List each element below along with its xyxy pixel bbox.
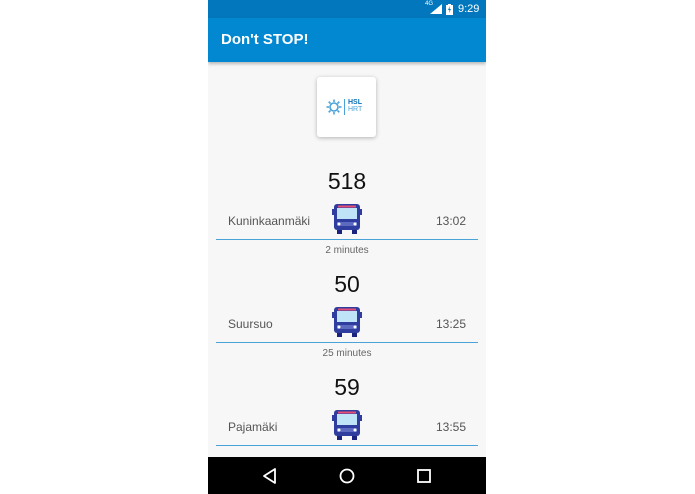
route-destination: Pajamäki <box>228 420 278 434</box>
phone-screen: 4G 9:29 Don't STOP! HSL HRT 518 Kuninkaa… <box>208 0 486 494</box>
hsl-logo-text: HSL HRT <box>348 99 362 113</box>
bus-icon <box>332 307 362 337</box>
hsl-logo-line1: HSL <box>348 99 362 106</box>
recents-icon[interactable] <box>414 466 434 486</box>
route-departure-time: 13:55 <box>435 420 466 434</box>
route-divider <box>216 239 478 240</box>
route-destination: Kuninkaanmäki <box>228 214 311 228</box>
route-divider <box>216 342 478 343</box>
back-icon[interactable] <box>260 466 280 486</box>
battery-icon <box>446 4 453 15</box>
route-destination: Suursuo <box>228 317 273 331</box>
signal-icon <box>430 4 442 14</box>
route-departure-time: 13:25 <box>435 317 466 331</box>
logo-divider <box>344 99 346 115</box>
route-item[interactable]: 518 Kuninkaanmäki 13:02 2 minutes <box>208 168 486 271</box>
route-departure-time: 13:02 <box>435 214 466 228</box>
departures-list[interactable]: HSL HRT 518 Kuninkaanmäki 13:02 2 minute… <box>208 62 486 457</box>
route-number: 59 <box>334 374 360 400</box>
route-number: 518 <box>327 168 367 194</box>
hsl-logo-line2: HRT <box>348 106 363 113</box>
app-bar: Don't STOP! <box>208 18 486 62</box>
home-icon[interactable] <box>337 466 357 486</box>
route-divider <box>216 445 478 446</box>
route-wait-time: 25 minutes <box>322 348 372 359</box>
app-title: Don't STOP! <box>221 31 309 48</box>
bus-icon <box>332 410 362 440</box>
route-item[interactable]: 50 Suursuo 13:25 25 minutes <box>208 271 486 374</box>
route-number: 50 <box>334 271 360 297</box>
route-wait-time: 2 minutes <box>325 245 369 256</box>
status-bar: 4G 9:29 <box>208 0 486 18</box>
hsl-logo-card[interactable]: HSL HRT <box>317 77 376 137</box>
navigation-bar <box>208 457 486 494</box>
status-time: 9:29 <box>458 3 480 15</box>
hsl-gear-icon <box>326 99 342 115</box>
bus-icon <box>332 204 362 234</box>
